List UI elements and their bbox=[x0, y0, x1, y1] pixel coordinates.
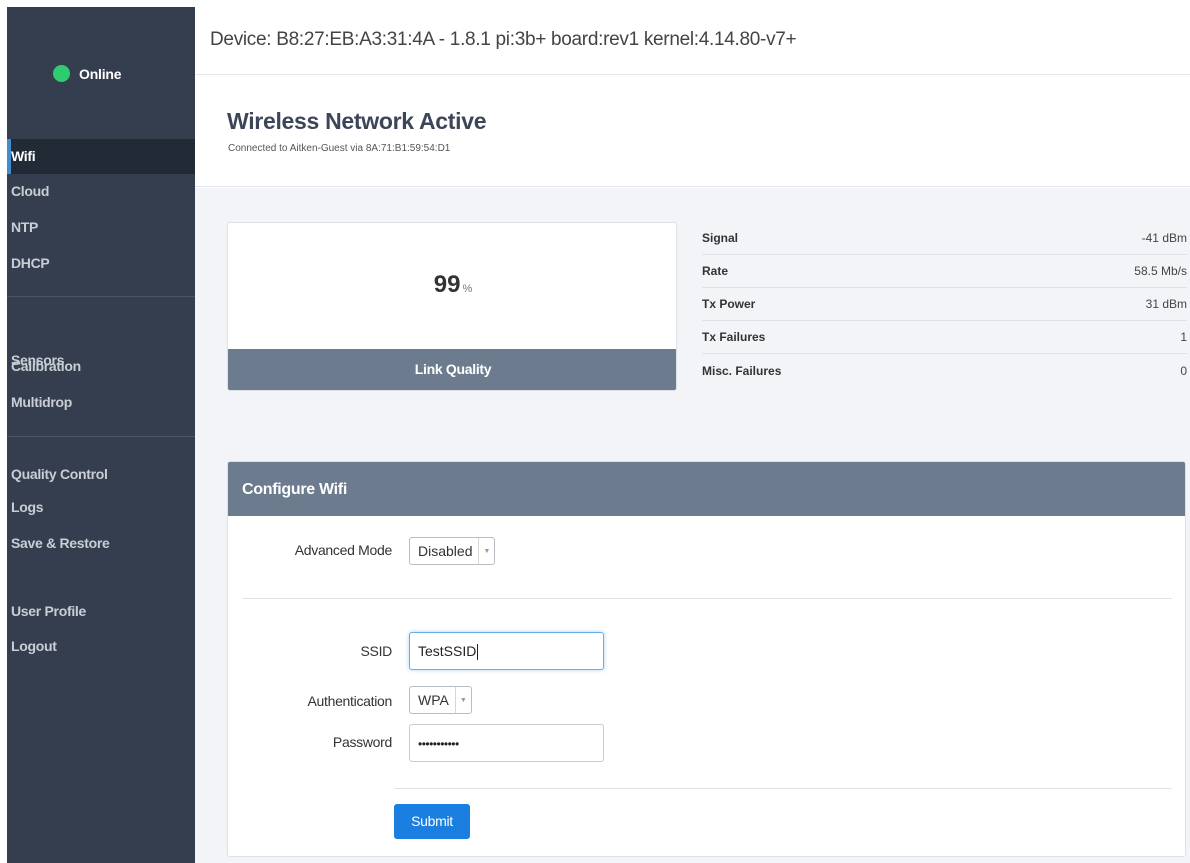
ssid-value: TestSSID bbox=[418, 643, 477, 659]
chevron-down-icon: ▼ bbox=[454, 687, 471, 713]
stat-row-signal: Signal -41 dBm bbox=[702, 222, 1187, 255]
sidebar-item-multidrop[interactable]: Multidrop bbox=[7, 385, 195, 420]
sidebar-item-user-profile[interactable]: User Profile bbox=[7, 594, 195, 629]
page-subtitle: Connected to Aitken-Guest via 8A:71:B1:5… bbox=[228, 143, 451, 154]
stat-label: Tx Power bbox=[702, 297, 756, 311]
device-header: Device: B8:27:EB:A3:31:4A - 1.8.1 pi:3b+… bbox=[195, 0, 1190, 75]
form-divider bbox=[394, 788, 1172, 789]
connection-status: Online bbox=[53, 65, 122, 82]
link-quality-unit: % bbox=[462, 283, 473, 295]
link-quality-label: Link Quality bbox=[228, 349, 676, 390]
main-content: 99% Link Quality Signal -41 dBm Rate 58.… bbox=[195, 188, 1190, 863]
sidebar-divider bbox=[7, 436, 195, 437]
online-status-icon bbox=[53, 65, 70, 82]
ssid-label: SSID bbox=[360, 643, 393, 659]
stat-label: Misc. Failures bbox=[702, 363, 782, 378]
authentication-value: WPA bbox=[418, 692, 449, 708]
wifi-stats: Signal -41 dBm Rate 58.5 Mb/s Tx Power 3… bbox=[702, 222, 1187, 387]
stat-value: 31 dBm bbox=[1145, 297, 1187, 311]
advanced-mode-label: Advanced Mode bbox=[294, 542, 393, 558]
sidebar-item-dhcp[interactable]: DHCP bbox=[7, 246, 195, 281]
stat-label: Tx Failures bbox=[702, 330, 766, 344]
submit-button[interactable]: Submit bbox=[394, 804, 470, 839]
configure-wifi-title: Configure Wifi bbox=[228, 462, 1185, 516]
stat-row-rate: Rate 58.5 Mb/s bbox=[702, 255, 1187, 288]
advanced-mode-select[interactable]: Disabled ▼ bbox=[409, 537, 496, 565]
stat-value: 1 bbox=[1180, 330, 1187, 344]
stat-value: 58.5 Mb/s bbox=[1134, 264, 1187, 278]
link-quality-value: 99% bbox=[228, 271, 676, 299]
status-label: Online bbox=[79, 65, 122, 82]
password-value: ••••••••••• bbox=[418, 737, 459, 751]
stat-value: -41 dBm bbox=[1141, 231, 1187, 245]
sidebar: Online Wifi Cloud NTP DHCP Sensors Calib… bbox=[7, 7, 195, 863]
stat-label: Signal bbox=[702, 231, 739, 245]
text-caret bbox=[477, 644, 479, 661]
advanced-mode-value: Disabled bbox=[418, 543, 473, 559]
configure-wifi-panel: Configure Wifi Advanced Mode Disabled ▼ … bbox=[227, 461, 1186, 857]
authentication-label: Authentication bbox=[307, 693, 392, 709]
sidebar-item-logs[interactable]: Logs bbox=[7, 490, 195, 525]
page-header: Wireless Network Active Connected to Ait… bbox=[195, 76, 1190, 187]
ssid-input[interactable]: TestSSID bbox=[409, 632, 604, 670]
sidebar-item-calibration[interactable]: Calibration bbox=[7, 349, 195, 384]
sidebar-item-save-restore[interactable]: Save & Restore bbox=[7, 526, 195, 561]
stat-row-misc-failures: Misc. Failures 0 bbox=[702, 354, 1187, 387]
sidebar-divider bbox=[7, 296, 195, 297]
sidebar-item-ntp[interactable]: NTP bbox=[7, 210, 195, 245]
stat-row-tx-failures: Tx Failures 1 bbox=[702, 321, 1187, 354]
sidebar-item-cloud[interactable]: Cloud bbox=[7, 174, 195, 209]
password-input[interactable]: ••••••••••• bbox=[409, 724, 604, 762]
password-label: Password bbox=[332, 734, 392, 750]
link-quality-number: 99 bbox=[433, 271, 461, 298]
page-title: Wireless Network Active bbox=[227, 108, 487, 134]
stat-label: Rate bbox=[702, 264, 729, 278]
sidebar-item-quality-control[interactable]: Quality Control bbox=[7, 457, 195, 492]
link-quality-card: 99% Link Quality bbox=[227, 222, 677, 391]
sidebar-item-wifi[interactable]: Wifi bbox=[7, 139, 195, 174]
form-divider bbox=[242, 598, 1172, 599]
stat-row-tx-power: Tx Power 31 dBm bbox=[702, 288, 1187, 321]
stat-value: 0 bbox=[1180, 363, 1187, 378]
authentication-select[interactable]: WPA ▼ bbox=[409, 686, 472, 714]
sidebar-item-logout[interactable]: Logout bbox=[7, 629, 195, 664]
chevron-down-icon: ▼ bbox=[478, 538, 494, 564]
device-info: Device: B8:27:EB:A3:31:4A - 1.8.1 pi:3b+… bbox=[210, 29, 797, 50]
